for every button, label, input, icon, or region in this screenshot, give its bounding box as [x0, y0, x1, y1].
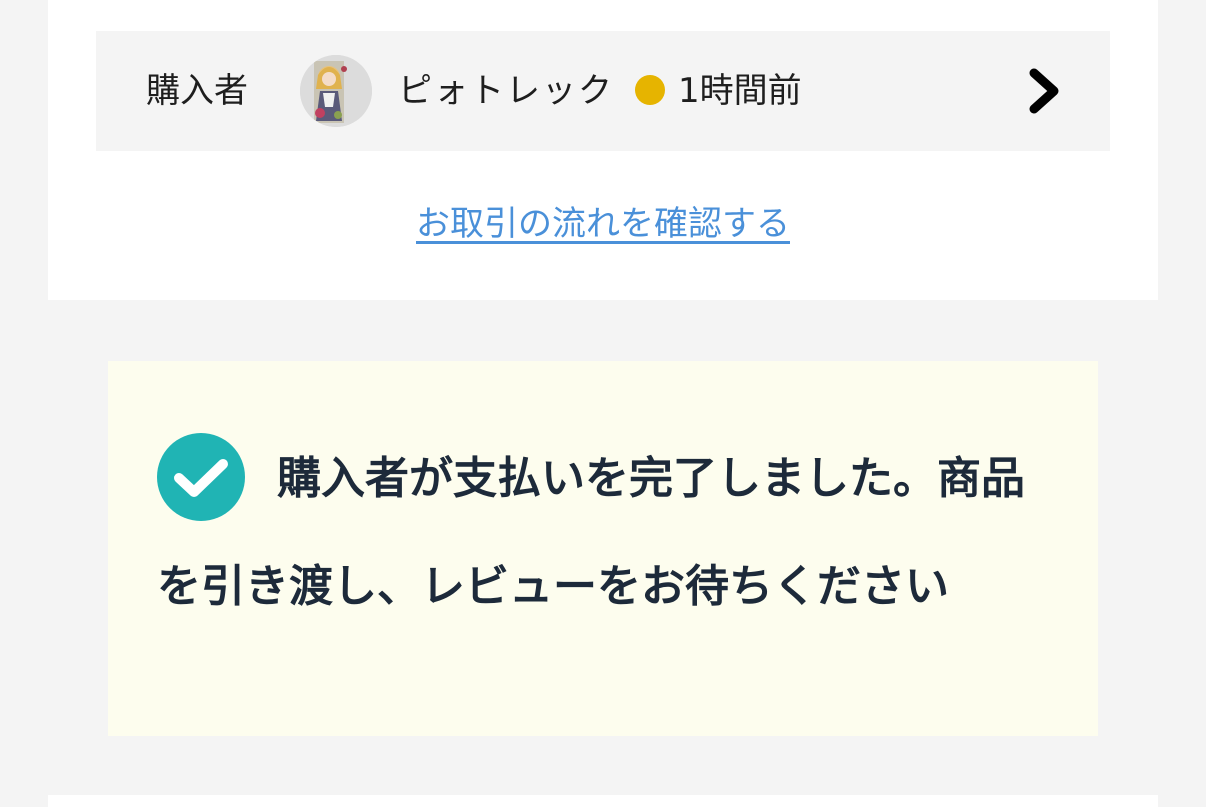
- payment-complete-notice: 購入者が支払いを完了しました。商品を引き渡し、レビューをお待ちください: [108, 361, 1098, 736]
- avatar-image: [300, 55, 372, 127]
- buyer-row[interactable]: 購入者 ピォトレック 1時間前: [96, 31, 1110, 151]
- notice-message: 購入者が支払いを完了しました。商品を引き渡し、レビューをお待ちください: [157, 453, 1025, 612]
- buyer-name: ピォトレック: [398, 71, 614, 111]
- buyer-label: 購入者: [146, 71, 248, 111]
- transaction-flow-link[interactable]: お取引の流れを確認する: [48, 196, 1158, 245]
- page: 購入者 ピォトレック 1時間前 お取引の流れを確認する 購入者が支払いを完了しま…: [0, 0, 1206, 807]
- next-card: [48, 795, 1158, 807]
- chevron-right-icon: [1029, 68, 1059, 114]
- last-seen-time: 1時間前: [678, 71, 802, 111]
- buyer-avatar: [300, 55, 372, 127]
- transaction-card: 購入者 ピォトレック 1時間前 お取引の流れを確認する: [48, 0, 1158, 300]
- status-dot: [635, 75, 665, 105]
